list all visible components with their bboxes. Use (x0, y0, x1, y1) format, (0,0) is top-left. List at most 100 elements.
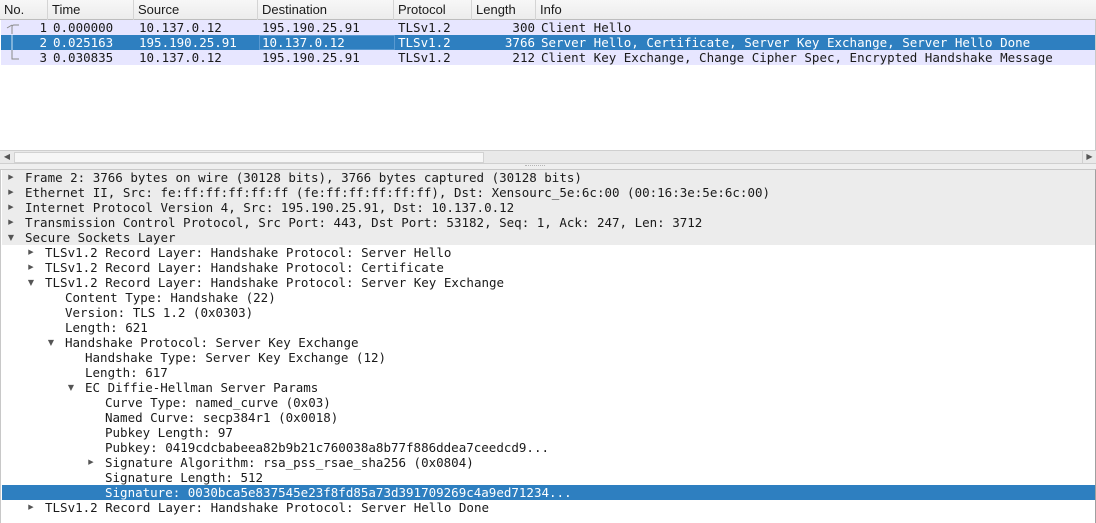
tree-item-label: Handshake Protocol: Server Key Exchange (65, 335, 359, 350)
expand-arrow-right-icon[interactable]: ▶ (6, 170, 16, 185)
packet-details-tree[interactable]: ▶ Frame 2: 3766 bytes on wire (30128 bits… (0, 169, 1096, 523)
column-header-time[interactable]: Time (48, 0, 134, 20)
tree-item[interactable]: Version: TLS 1.2 (0x0303) (2, 305, 1095, 320)
scroll-left-icon[interactable]: ◀ (0, 151, 14, 163)
packet-info: Server Hello, Certificate, Server Key Ex… (541, 35, 1031, 50)
conversation-line-icon (11, 35, 13, 50)
packet-length: 212 (512, 50, 535, 65)
tree-item[interactable]: Length: 617 (2, 365, 1095, 380)
tree-item[interactable]: Pubkey Length: 97 (2, 425, 1095, 440)
tree-item[interactable]: ▶ Transmission Control Protocol, Src Port… (2, 215, 1095, 230)
tree-item-label: Pubkey: 0419cdcbabeea82b9b21c760038a8b77… (105, 440, 550, 455)
expand-arrow-down-icon[interactable]: ▼ (26, 275, 36, 290)
tree-item[interactable]: Handshake Type: Server Key Exchange (12) (2, 350, 1095, 365)
tree-item[interactable]: ▶ Frame 2: 3766 bytes on wire (30128 bits… (2, 170, 1095, 185)
packet-destination: 195.190.25.91 (262, 50, 360, 65)
tree-item[interactable]: Content Type: Handshake (22) (2, 290, 1095, 305)
tree-item-label: Length: 617 (85, 365, 168, 380)
packet-length: 3766 (504, 35, 535, 50)
packet-list[interactable]: No. Time Source Destination Protocol Len… (0, 0, 1096, 150)
tree-item[interactable]: ▼ Handshake Protocol: Server Key Exchange (2, 335, 1095, 350)
expand-arrow-down-icon[interactable]: ▼ (6, 230, 16, 245)
tree-item[interactable]: Signature Length: 512 (2, 470, 1095, 485)
packet-protocol: TLSv1.2 (398, 20, 451, 35)
tree-item-label: EC Diffie-Hellman Server Params (85, 380, 319, 395)
packet-time: 0.030835 (53, 50, 114, 65)
tree-item-selected[interactable]: Signature: 0030bca5e837545e23f8fd85a73d3… (2, 485, 1095, 500)
tree-item[interactable]: ▶ Internet Protocol Version 4, Src: 195.1… (2, 200, 1095, 215)
packet-destination: 195.190.25.91 (262, 20, 360, 35)
tree-item[interactable]: ▼ TLSv1.2 Record Layer: Handshake Protoco… (2, 275, 1095, 290)
packet-protocol: TLSv1.2 (398, 35, 451, 50)
tree-item[interactable]: Length: 621 (2, 320, 1095, 335)
tree-item-label: Handshake Type: Server Key Exchange (12) (85, 350, 387, 365)
tree-item-label: Curve Type: named_curve (0x03) (105, 395, 331, 410)
tree-item-label: TLSv1.2 Record Layer: Handshake Protocol… (45, 245, 452, 260)
column-header-info[interactable]: Info (536, 0, 1096, 20)
tree-item-label: Named Curve: secp384r1 (0x0018) (105, 410, 339, 425)
tree-item-label: Internet Protocol Version 4, Src: 195.19… (25, 200, 515, 215)
expand-arrow-right-icon[interactable]: ▶ (26, 245, 36, 260)
column-header-protocol[interactable]: Protocol (394, 0, 472, 20)
expand-arrow-right-icon[interactable]: ▶ (6, 185, 16, 200)
packet-time: 0.000000 (53, 20, 114, 35)
tree-item[interactable]: Named Curve: secp384r1 (0x0018) (2, 410, 1095, 425)
tree-item[interactable]: ▼ EC Diffie-Hellman Server Params (2, 380, 1095, 395)
tree-item-label: TLSv1.2 Record Layer: Handshake Protocol… (45, 260, 444, 275)
tree-item-label: TLSv1.2 Record Layer: Handshake Protocol… (45, 275, 505, 290)
tree-item-label: Signature: 0030bca5e837545e23f8fd85a73d3… (105, 485, 572, 500)
splitter-grip-icon (525, 165, 545, 167)
packet-time: 0.025163 (53, 35, 114, 50)
tree-item-label: Version: TLS 1.2 (0x0303) (65, 305, 254, 320)
packet-source: 195.190.25.91 (139, 35, 237, 50)
expand-arrow-right-icon[interactable]: ▶ (86, 455, 96, 470)
tree-item-label: Signature Length: 512 (105, 470, 264, 485)
column-header-no[interactable]: No. (0, 0, 48, 20)
packet-list-header: No. Time Source Destination Protocol Len… (0, 0, 1096, 20)
scrollbar-thumb[interactable] (14, 152, 484, 163)
packet-row[interactable]: 1 0.000000 10.137.0.12 195.190.25.91 TLS… (1, 20, 1095, 35)
expand-arrow-right-icon[interactable]: ▶ (26, 260, 36, 275)
expand-arrow-down-icon[interactable]: ▼ (46, 335, 56, 350)
packet-row[interactable]: 3 0.030835 10.137.0.12 195.190.25.91 TLS… (1, 50, 1095, 65)
tree-item[interactable]: ▼ Secure Sockets Layer (2, 230, 1095, 245)
packet-source: 10.137.0.12 (139, 50, 222, 65)
tree-item[interactable]: ▶ TLSv1.2 Record Layer: Handshake Protoco… (2, 500, 1095, 515)
tree-item-label: Signature Algorithm: rsa_pss_rsae_sha256… (105, 455, 474, 470)
column-header-destination[interactable]: Destination (258, 0, 394, 20)
packet-source: 10.137.0.12 (139, 20, 222, 35)
packet-length: 300 (512, 20, 535, 35)
column-header-source[interactable]: Source (134, 0, 258, 20)
packet-protocol: TLSv1.2 (398, 50, 451, 65)
tree-item-label: Length: 621 (65, 320, 148, 335)
tree-item[interactable]: ▶ TLSv1.2 Record Layer: Handshake Protoco… (2, 245, 1095, 260)
expand-arrow-right-icon[interactable]: ▶ (26, 500, 36, 515)
conversation-end-icon (11, 50, 19, 60)
tree-item[interactable]: Pubkey: 0419cdcbabeea82b9b21c760038a8b77… (2, 440, 1095, 455)
tree-item[interactable]: ▶ TLSv1.2 Record Layer: Handshake Protoco… (2, 260, 1095, 275)
tree-item-label: Pubkey Length: 97 (105, 425, 233, 440)
tree-item-label: Ethernet II, Src: fe:ff:ff:ff:ff:ff (fe:… (25, 185, 771, 200)
packet-no: 1 (39, 20, 47, 35)
tree-item-label: Content Type: Handshake (22) (65, 290, 276, 305)
packet-destination: 10.137.0.12 (259, 35, 395, 50)
tree-item-label: Frame 2: 3766 bytes on wire (30128 bits)… (25, 170, 582, 185)
tree-item-label: Transmission Control Protocol, Src Port:… (25, 215, 703, 230)
expand-arrow-right-icon[interactable]: ▶ (6, 215, 16, 230)
tree-item[interactable]: ▶ Ethernet II, Src: fe:ff:ff:ff:ff:ff (fe… (2, 185, 1095, 200)
packet-list-horizontal-scrollbar[interactable]: ◀ ▶ (0, 150, 1096, 164)
expand-arrow-right-icon[interactable]: ▶ (6, 200, 16, 215)
tree-item[interactable]: Curve Type: named_curve (0x03) (2, 395, 1095, 410)
packet-no: 2 (39, 35, 47, 50)
conversation-start-icon (6, 24, 19, 34)
column-header-length[interactable]: Length (472, 0, 536, 20)
packet-info: Client Key Exchange, Change Cipher Spec,… (541, 50, 1053, 65)
expand-arrow-down-icon[interactable]: ▼ (66, 380, 76, 395)
tree-item-label: TLSv1.2 Record Layer: Handshake Protocol… (45, 500, 490, 515)
packet-info: Client Hello (541, 20, 632, 35)
scroll-right-icon[interactable]: ▶ (1082, 151, 1096, 163)
tree-item[interactable]: ▶ Signature Algorithm: rsa_pss_rsae_sha25… (2, 455, 1095, 470)
tree-item-label: Secure Sockets Layer (25, 230, 176, 245)
packet-no: 3 (39, 50, 47, 65)
packet-row-selected[interactable]: 2 0.025163 195.190.25.91 10.137.0.12 TLS… (1, 35, 1095, 50)
